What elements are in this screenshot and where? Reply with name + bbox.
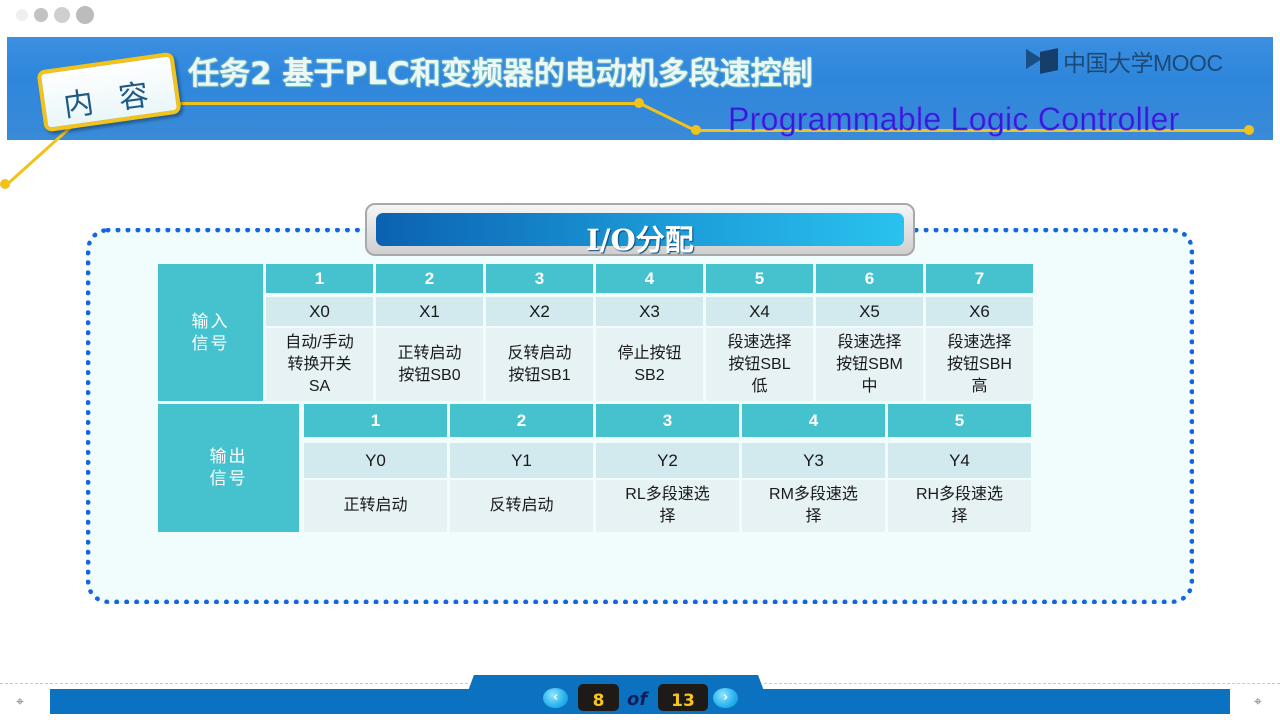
crosshair-icon[interactable]: ⌖ — [1250, 694, 1266, 710]
output-index-cell: 5 — [888, 404, 1031, 437]
section-heading-text: I/O分配 — [586, 223, 694, 257]
input-address-cell: X2 — [486, 297, 593, 326]
mooc-logo-icon — [1026, 47, 1060, 75]
connector-line — [178, 102, 638, 105]
input-index-cell: 3 — [486, 264, 593, 293]
output-description-cell: RL多段速选 择 — [596, 480, 739, 532]
divider — [0, 683, 468, 684]
input-index-cell: 4 — [596, 264, 703, 293]
connector-dot — [1244, 125, 1254, 135]
prev-page-button[interactable]: ‹ — [543, 688, 568, 708]
output-description-cell: 反转启动 — [450, 480, 593, 532]
input-description-cell: 自动/手动 转换开关 SA — [266, 328, 373, 401]
input-index-cell: 1 — [266, 264, 373, 293]
input-index-cell: 2 — [376, 264, 483, 293]
section-heading: I/O分配 — [365, 203, 915, 257]
input-index-cell: 6 — [816, 264, 923, 293]
mooc-logo: 中国大学MOOC — [1026, 44, 1223, 78]
output-description-cell: 正转启动 — [304, 480, 447, 532]
input-description-cell: 段速选择 按钮SBH 高 — [926, 328, 1033, 401]
total-pages: 13 — [658, 684, 708, 711]
output-index-cell: 4 — [742, 404, 885, 437]
window-dot — [16, 9, 28, 21]
input-address-cell: X1 — [376, 297, 483, 326]
input-address-cell: X3 — [596, 297, 703, 326]
output-description-cell: RM多段速选 择 — [742, 480, 885, 532]
slide-subtitle: Programmable Logic Controller — [728, 101, 1180, 138]
input-address-cell: X5 — [816, 297, 923, 326]
input-description-cell: 段速选择 按钮SBL 低 — [706, 328, 813, 401]
output-address-cell: Y2 — [596, 443, 739, 478]
current-page[interactable]: 8 — [578, 684, 619, 711]
window-dot — [34, 8, 48, 22]
output-address-cell: Y3 — [742, 443, 885, 478]
input-index-cell: 5 — [706, 264, 813, 293]
input-description-cell: 正转启动 按钮SB0 — [376, 328, 483, 401]
input-address-cell: X6 — [926, 297, 1033, 326]
mooc-logo-text: 中国大学MOOC — [1063, 50, 1223, 76]
input-index-cell: 7 — [926, 264, 1033, 293]
divider — [764, 683, 1280, 684]
window-dot — [76, 6, 94, 24]
input-description-cell: 段速选择 按钮SBM 中 — [816, 328, 923, 401]
input-description-cell: 反转启动 按钮SB1 — [486, 328, 593, 401]
input-address-cell: X4 — [706, 297, 813, 326]
output-signal-label: 输出 信号 — [158, 404, 299, 532]
input-address-cell: X0 — [266, 297, 373, 326]
output-address-cell: Y1 — [450, 443, 593, 478]
next-page-button[interactable]: › — [713, 688, 738, 708]
output-index-cell: 2 — [450, 404, 593, 437]
page-separator: of — [627, 689, 648, 710]
output-index-cell: 1 — [304, 404, 447, 437]
connector-dot — [0, 179, 10, 189]
output-index-cell: 3 — [596, 404, 739, 437]
window-dot — [54, 7, 70, 23]
slide-viewer: 内 容 任务2 基于PLC和变频器的电动机多段速控制 Programmable … — [0, 0, 1280, 720]
output-address-cell: Y4 — [888, 443, 1031, 478]
input-signal-label: 输入 信号 — [158, 264, 263, 401]
input-description-cell: 停止按钮 SB2 — [596, 328, 703, 401]
crosshair-icon[interactable]: ⌖ — [12, 694, 28, 710]
output-description-cell: RH多段速选 择 — [888, 480, 1031, 532]
slide-title: 任务2 基于PLC和变频器的电动机多段速控制 — [188, 56, 813, 92]
output-address-cell: Y0 — [304, 443, 447, 478]
window-dots — [16, 6, 94, 24]
